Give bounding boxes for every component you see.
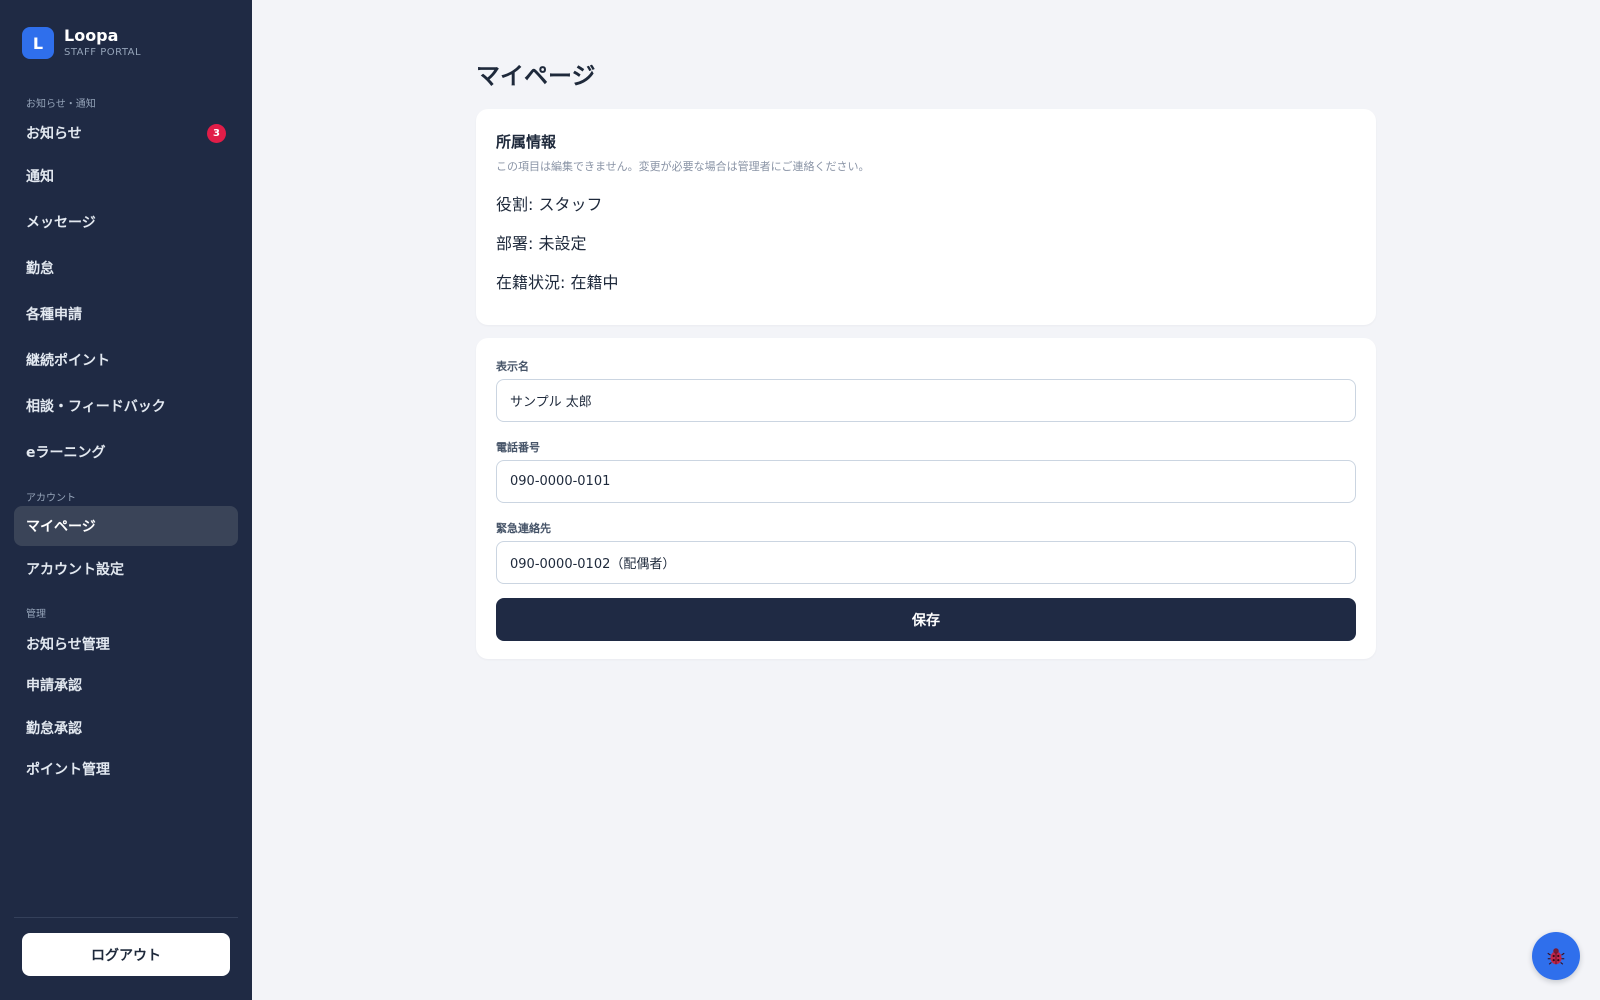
sidebar-item-label: 勤怠: [26, 261, 54, 277]
brand-subtitle: STAFF PORTAL: [64, 47, 142, 58]
unread-count-badge: 3: [207, 124, 226, 143]
affiliation-card: 所属情報 この項目は編集できません。変更が必要な場合は管理者にご連絡ください。 …: [476, 109, 1376, 325]
sidebar-item-points[interactable]: 継続ポイント: [14, 340, 238, 380]
sidebar-item-feedback[interactable]: 相談・フィードバック: [14, 386, 238, 426]
sidebar-item-messages[interactable]: メッセージ: [14, 202, 238, 242]
sidebar-item-label: 各種申請: [26, 307, 82, 323]
sidebar-item-label: 継続ポイント: [26, 353, 110, 369]
profile-form-card: 表示名 電話番号 緊急連絡先 保存: [476, 338, 1376, 659]
brand: L Loopa STAFF PORTAL: [22, 27, 141, 59]
sidebar: L Loopa STAFF PORTAL お知らせ・通知 お知らせ 3 通知 メ…: [0, 0, 252, 1000]
sidebar-item-requests[interactable]: 各種申請: [14, 294, 238, 334]
sidebar-item-label: eラーニング: [26, 445, 106, 461]
section-label-admin: 管理: [26, 609, 46, 620]
sidebar-item-label: 通知: [26, 169, 54, 185]
sidebar-item-label: 申請承認: [26, 678, 82, 694]
bug-icon: [1547, 948, 1565, 965]
brand-text: Loopa STAFF PORTAL: [64, 28, 141, 58]
sidebar-item-label: アカウント設定: [26, 562, 124, 578]
emergency-contact-label: 緊急連絡先: [496, 522, 551, 535]
sidebar-item-request-approval[interactable]: 申請承認: [14, 665, 238, 705]
sidebar-item-elearning[interactable]: eラーニング: [14, 432, 238, 472]
sidebar-item-label: 勤怠承認: [26, 721, 82, 737]
emergency-contact-input[interactable]: [496, 541, 1356, 584]
bug-report-button[interactable]: [1532, 932, 1580, 980]
sidebar-item-label: 相談・フィードバック: [26, 399, 166, 415]
sidebar-item-attendance-approval[interactable]: 勤怠承認: [14, 708, 238, 748]
brand-logo: L: [22, 27, 54, 59]
sidebar-item-label: お知らせ: [26, 126, 82, 142]
affiliation-title: 所属情報: [496, 133, 557, 151]
affiliation-note: この項目は編集できません。変更が必要な場合は管理者にご連絡ください。: [496, 160, 870, 173]
department-info: 部署: 未設定: [496, 234, 587, 253]
sidebar-item-notifications[interactable]: 通知: [14, 156, 238, 196]
section-label-account: アカウント: [26, 493, 76, 504]
section-label-notifications: お知らせ・通知: [26, 99, 96, 110]
role-info: 役割: スタッフ: [496, 195, 603, 214]
sidebar-item-news-admin[interactable]: お知らせ管理: [14, 624, 238, 664]
employment-status-info: 在籍状況: 在籍中: [496, 273, 619, 292]
sidebar-item-label: ポイント管理: [26, 762, 110, 778]
sidebar-item-label: マイページ: [26, 519, 96, 535]
page-title: マイページ: [476, 62, 596, 90]
sidebar-item-label: メッセージ: [26, 215, 96, 231]
sidebar-divider: [14, 917, 238, 918]
phone-label: 電話番号: [496, 441, 540, 454]
phone-input[interactable]: [496, 460, 1356, 503]
display-name-input[interactable]: [496, 379, 1356, 422]
brand-name: Loopa: [64, 26, 119, 45]
sidebar-item-attendance[interactable]: 勤怠: [14, 248, 238, 288]
sidebar-item-account-settings[interactable]: アカウント設定: [14, 549, 238, 589]
save-button[interactable]: 保存: [496, 598, 1356, 641]
sidebar-item-label: お知らせ管理: [26, 637, 110, 653]
display-name-label: 表示名: [496, 360, 529, 373]
sidebar-item-news[interactable]: お知らせ 3: [14, 113, 238, 153]
logout-button[interactable]: ログアウト: [22, 933, 230, 976]
sidebar-item-mypage[interactable]: マイページ: [14, 506, 238, 546]
sidebar-item-points-admin[interactable]: ポイント管理: [14, 749, 238, 789]
